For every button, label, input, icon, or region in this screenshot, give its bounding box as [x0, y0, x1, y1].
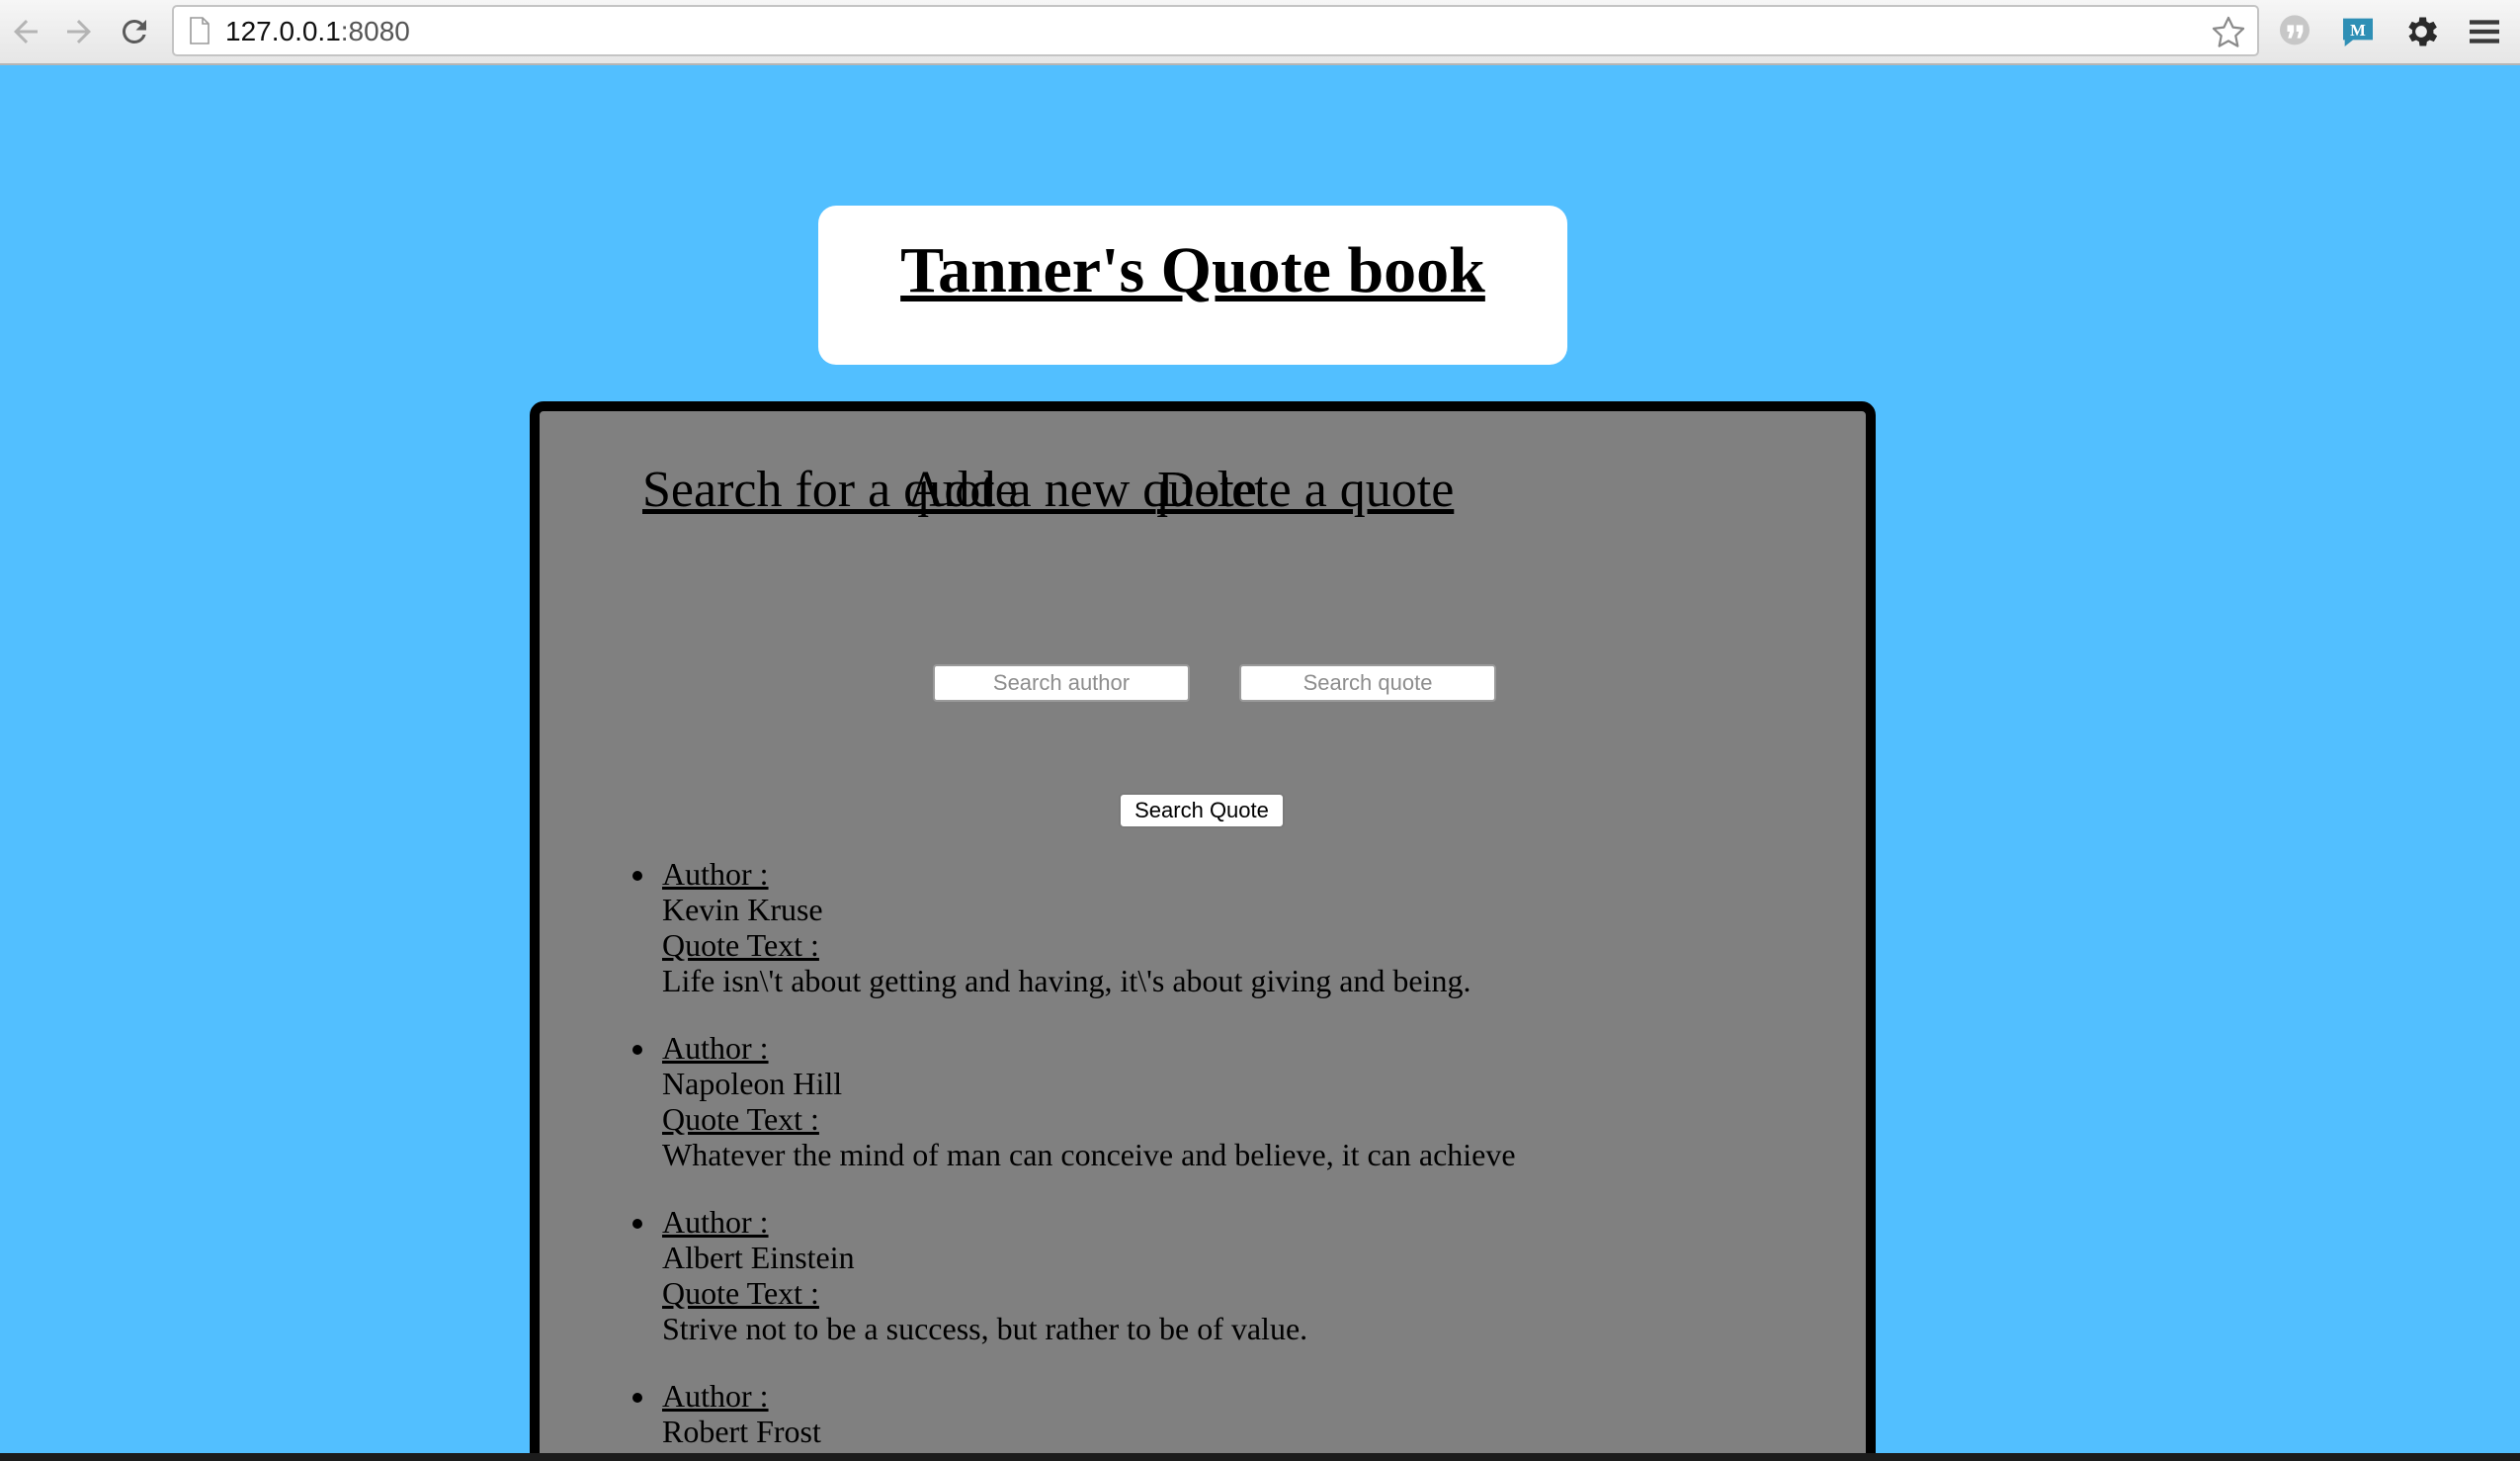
quote-text-value: Strive not to be a success, but rather t… — [662, 1311, 1308, 1346]
window-bottom-edge — [0, 1453, 2520, 1461]
quote-item: Author : Kevin Kruse Quote Text : Life i… — [658, 856, 1516, 998]
url-text: 127.0.0.1:8080 — [225, 16, 410, 47]
bookmark-star-icon[interactable] — [2210, 14, 2247, 51]
author-value: Napoleon Hill — [662, 1066, 843, 1101]
author-value: Albert Einstein — [662, 1240, 855, 1275]
quote-text-value: Life isn\'t about getting and having, it… — [662, 963, 1471, 998]
browser-toolbar: 127.0.0.1:8080 M — [0, 0, 2520, 65]
url-host: 127.0.0.1 — [225, 16, 341, 46]
author-label: Author : — [662, 1030, 769, 1066]
search-quote-button[interactable]: Search Quote — [1119, 793, 1285, 828]
quote-text-label: Quote Text : — [662, 1101, 819, 1137]
page-title: Tanner's Quote book — [900, 234, 1485, 306]
quote-extension-icon[interactable] — [2275, 12, 2314, 51]
quote-text-label: Quote Text : — [662, 927, 819, 963]
quote-text-value: Whatever the mind of man can conceive an… — [662, 1137, 1516, 1172]
author-label: Author : — [662, 1378, 769, 1414]
quote-text-label: Quote Text : — [662, 1275, 819, 1311]
m-extension-icon[interactable]: M — [2338, 12, 2378, 51]
main-panel: Search for a quote Add a new quote Delet… — [530, 401, 1876, 1461]
reload-icon[interactable] — [113, 10, 156, 53]
back-arrow-icon[interactable] — [4, 10, 47, 53]
quote-item: Author : Albert Einstein Quote Text : St… — [658, 1204, 1516, 1346]
quote-list: Author : Kevin Kruse Quote Text : Life i… — [540, 856, 1516, 1461]
author-label: Author : — [662, 856, 769, 892]
forward-arrow-icon[interactable] — [57, 10, 101, 53]
author-value: Robert Frost — [662, 1414, 821, 1449]
author-label: Author : — [662, 1204, 769, 1240]
quote-item: Author : Robert Frost Quote Text : — [658, 1378, 1516, 1461]
quote-item: Author : Napoleon Hill Quote Text : What… — [658, 1030, 1516, 1172]
address-bar[interactable]: 127.0.0.1:8080 — [172, 5, 2259, 56]
search-quote-input[interactable] — [1239, 664, 1496, 702]
header-card: Tanner's Quote book — [818, 206, 1567, 365]
search-author-input[interactable] — [933, 664, 1190, 702]
page-icon — [190, 17, 210, 44]
author-value: Kevin Kruse — [662, 892, 823, 927]
svg-text:M: M — [2350, 21, 2366, 40]
url-port: :8080 — [340, 16, 410, 46]
nav-delete-quote-link[interactable]: Delete a quote — [1157, 459, 1454, 522]
menu-icon[interactable] — [2465, 12, 2504, 51]
gear-icon[interactable] — [2401, 12, 2441, 51]
